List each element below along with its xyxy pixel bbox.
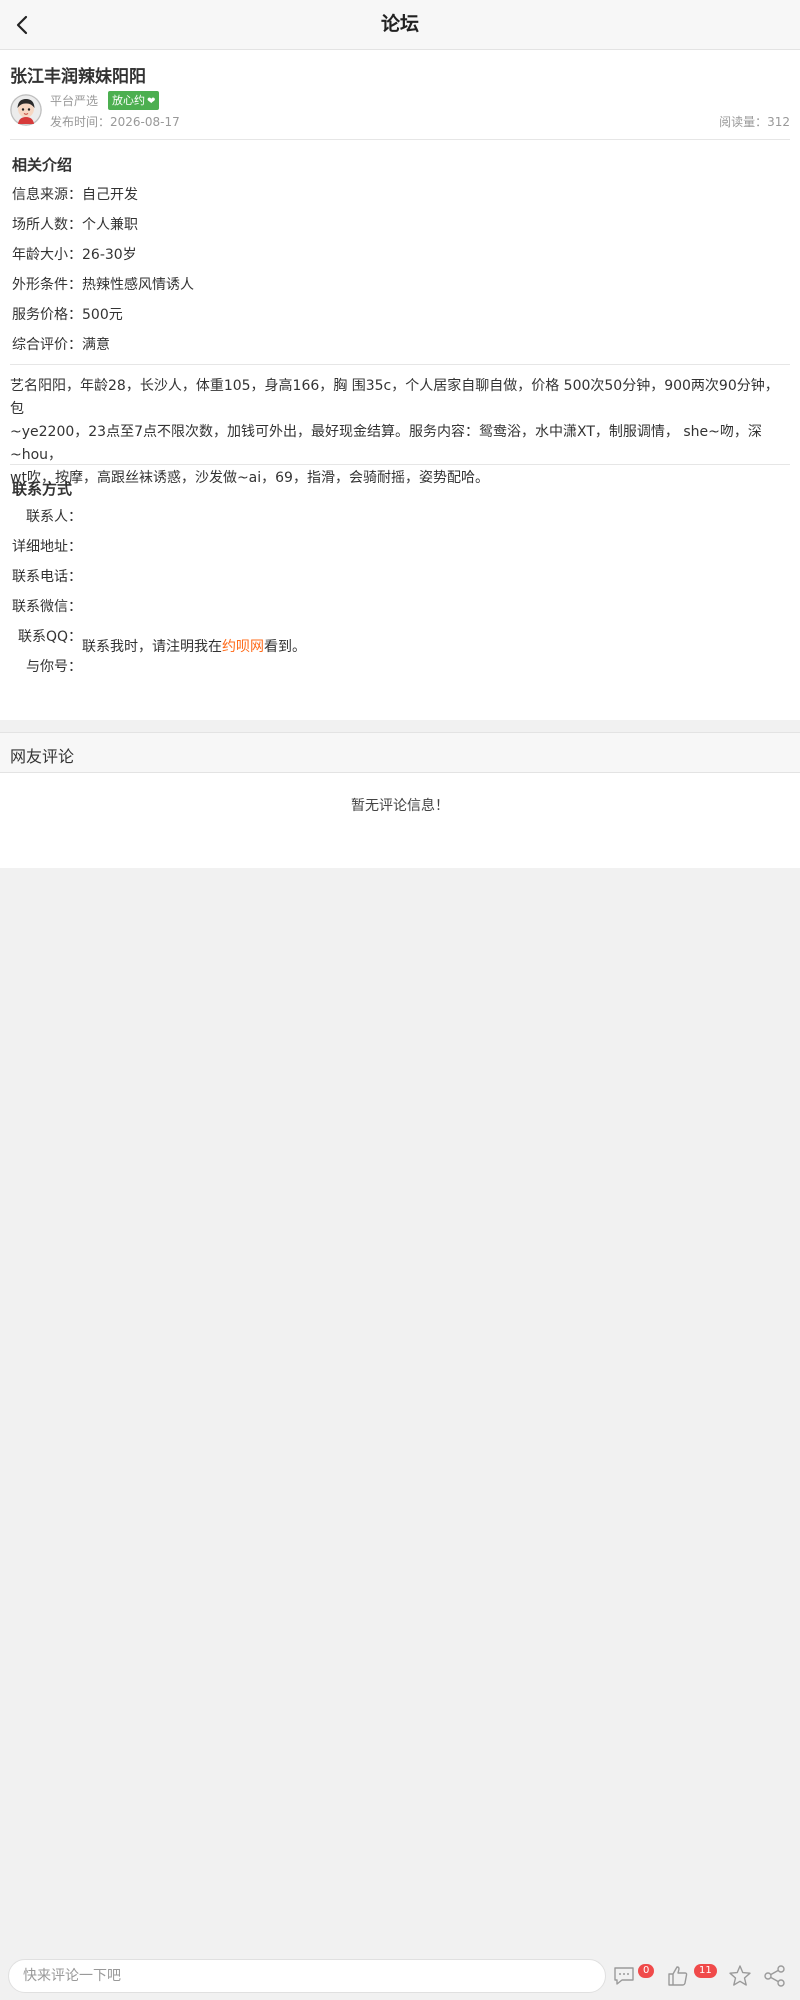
intro-row: 外形条件：热辣性感风情诱人	[12, 274, 194, 294]
publish-label: 发布时间：	[50, 115, 111, 129]
contact-label: 联系微信：	[12, 599, 82, 615]
publish-time: 发布时间：2026-08-17	[50, 113, 180, 130]
publish-date: 2026-08-17	[110, 115, 180, 129]
contact-label: 联系电话：	[12, 569, 82, 585]
intro-row-label: 场所人数：	[12, 217, 82, 233]
intro-section-title: 相关介绍	[12, 156, 73, 174]
site-link[interactable]: 约呗网	[222, 639, 264, 655]
contact-label: 联系人：	[26, 509, 82, 525]
comment-count-badge: 0	[638, 1964, 655, 1978]
contact-note: 联系我时，请注明我在约呗网看到。	[82, 636, 306, 656]
empty-comments-message: 暂无评论信息！	[351, 798, 449, 814]
intro-row: 场所人数：个人兼职	[12, 214, 138, 234]
comment-input[interactable]	[8, 1959, 606, 1993]
reads-label: 阅读量：	[719, 115, 768, 129]
intro-row-label: 服务价格：	[12, 307, 82, 323]
bottom-action-bar: 0 11	[0, 1953, 800, 2000]
divider	[10, 139, 790, 140]
description-line: wt吹，按摩，高跟丝袜诱惑，沙发做~ai，69，指滑，会骑耐摇，姿势配哈。	[10, 470, 489, 486]
intro-row-value: 热辣性感风情诱人	[82, 277, 194, 293]
description-line: 艺名阳阳，年龄28，长沙人，体重105，身高166，胸 围35c，个人居家自聊自…	[10, 378, 779, 417]
contact-section-title: 联系方式	[12, 480, 73, 498]
intro-row-value: 26-30岁	[82, 247, 137, 263]
read-count: 阅读量：312	[719, 113, 790, 130]
post-title: 张江丰润辣妹阳阳	[10, 67, 146, 87]
contact-label: 与你号：	[26, 659, 82, 675]
intro-row-label: 年龄大小：	[12, 247, 82, 263]
intro-row-value: 满意	[82, 337, 110, 353]
comment-icon[interactable]	[612, 1964, 638, 1988]
reads-value: 312	[767, 115, 790, 129]
intro-row: 综合评价：满意	[12, 334, 110, 354]
share-icon[interactable]	[762, 1964, 788, 1988]
badge-label: 放心约	[112, 94, 145, 107]
note-prefix: 联系我时，请注明我在	[82, 639, 222, 655]
description-line: ~ye2200，23点至7点不限次数，加钱可外出，最好现金结算。服务内容：鸳鸯浴…	[10, 424, 762, 463]
post-article: 张江丰润辣妹阳阳 平台严选 放心约 ❤ 发布时间：2026-08-17 阅读量：3…	[0, 50, 800, 720]
intro-row-value: 自己开发	[82, 187, 138, 203]
intro-row-value: 500元	[82, 307, 123, 323]
intro-row: 服务价格：500元	[12, 304, 123, 324]
comments-title: 网友评论	[10, 747, 75, 766]
intro-row-label: 信息来源：	[12, 187, 82, 203]
like-count-badge: 11	[694, 1964, 717, 1978]
top-navbar: 论坛	[0, 0, 800, 50]
intro-row-label: 综合评价：	[12, 337, 82, 353]
intro-row-value: 个人兼职	[82, 217, 138, 233]
trust-badge: 放心约 ❤	[108, 91, 160, 110]
like-icon[interactable]	[666, 1964, 692, 1988]
author-name: 平台严选	[50, 94, 99, 108]
note-suffix: 看到。	[264, 639, 306, 655]
intro-row: 信息来源：自己开发	[12, 184, 138, 204]
post-description: 艺名阳阳，年龄28，长沙人，体重105，身高166，胸 围35c，个人居家自聊自…	[10, 375, 790, 490]
intro-row: 年龄大小：26-30岁	[12, 244, 137, 264]
contact-label: 详细地址：	[12, 539, 82, 555]
avatar[interactable]	[10, 94, 42, 126]
contact-label: 联系QQ：	[17, 629, 82, 645]
divider	[10, 364, 790, 365]
comments-body: 暂无评论信息！	[0, 773, 800, 868]
comments-header: 网友评论	[0, 732, 800, 773]
divider	[10, 464, 790, 465]
star-icon[interactable]	[727, 1964, 753, 1988]
heart-icon: ❤	[147, 96, 156, 107]
intro-row-label: 外形条件：	[12, 277, 82, 293]
page-title: 论坛	[380, 13, 419, 35]
